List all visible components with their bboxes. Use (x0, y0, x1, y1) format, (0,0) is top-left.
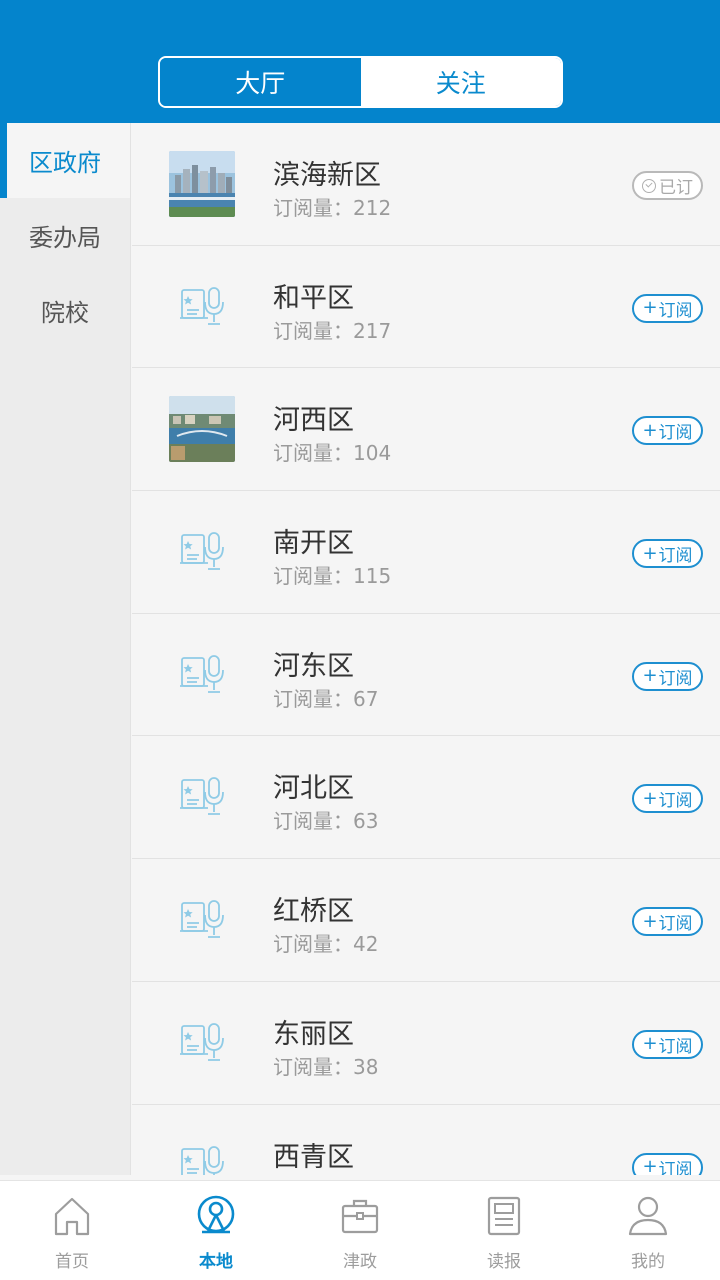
tab-label: 首页 (55, 1252, 89, 1272)
subscriber-count: 订阅量：67 (273, 686, 379, 711)
button-label: 已订 (659, 178, 693, 198)
subscribe-button[interactable]: + 订阅 (632, 293, 703, 323)
plus-icon: + (642, 542, 658, 564)
plus-icon: + (642, 910, 658, 932)
briefcase-icon (341, 1199, 379, 1234)
tab-label: 读报 (487, 1252, 521, 1272)
plus-icon: + (642, 1156, 658, 1176)
gov-mic-icon (180, 900, 224, 939)
newspaper-icon (487, 1196, 521, 1236)
subscribe-button[interactable]: + 订阅 (632, 907, 703, 937)
user-icon (628, 1196, 668, 1236)
gov-mic-icon (180, 1022, 224, 1061)
sidebar-item-bureaus[interactable]: 委办局 (0, 198, 130, 273)
subscribe-button[interactable]: + 订阅 (632, 1029, 703, 1059)
button-label: 订阅 (658, 1159, 693, 1176)
subscriber-count: 订阅量：104 (273, 441, 392, 466)
list-item[interactable]: 河西区 订阅量：104 + 订阅 (132, 368, 720, 492)
tab-local[interactable]: 本地 (144, 1181, 288, 1280)
button-label: 订阅 (658, 300, 693, 321)
account-name: 滨海新区 (273, 160, 381, 191)
bottom-tab-bar: 首页 本地 津政 读报 我的 (0, 1180, 720, 1280)
account-name: 河北区 (273, 773, 354, 805)
list-item[interactable]: 南开区 订阅量：115 + 订阅 (132, 491, 720, 614)
button-label: 订阅 (658, 914, 693, 935)
river-photo-thumbnail (169, 396, 235, 463)
plus-icon: + (642, 419, 658, 441)
subscriber-count: 订阅量：38 (273, 1054, 379, 1079)
account-name: 河西区 (273, 405, 354, 437)
subscribe-button[interactable]: + 订阅 (632, 539, 703, 569)
sidebar-item-colleges[interactable]: 院校 (0, 273, 130, 348)
list-item[interactable]: 河东区 订阅量：67 + 订阅 (132, 614, 720, 737)
button-label: 订阅 (658, 668, 693, 689)
subscribe-button[interactable]: + 订阅 (632, 784, 703, 814)
city-photo-thumbnail (169, 151, 235, 217)
list-item[interactable]: 红桥区 订阅量：42 + 订阅 (132, 859, 720, 982)
account-name: 和平区 (273, 282, 354, 314)
subscriber-count: 订阅量：42 (273, 932, 379, 957)
plus-icon: + (642, 1033, 658, 1055)
tab-label: 我的 (631, 1252, 665, 1272)
account-name: 红桥区 (273, 896, 354, 928)
top-header: 大厅 关注 (0, 0, 720, 123)
category-sidebar: 区政府 委办局 院校 (0, 123, 131, 1175)
tab-home[interactable]: 首页 (0, 1181, 144, 1280)
button-label: 订阅 (658, 791, 693, 812)
subscriber-count: 订阅量：63 (273, 809, 379, 834)
subscriber-count: 订阅量：217 (273, 318, 392, 343)
tab-jinzheng[interactable]: 津政 (288, 1181, 432, 1280)
list-item[interactable]: 滨海新区 订阅量：212 已订 (132, 123, 720, 246)
tab-label: 津政 (343, 1252, 377, 1272)
list-item[interactable]: 河北区 订阅量：63 + 订阅 (132, 736, 720, 860)
account-name: 东丽区 (273, 1018, 354, 1050)
account-name: 南开区 (273, 528, 354, 560)
tab-label: 本地 (199, 1252, 233, 1272)
tab-mine[interactable]: 我的 (576, 1181, 720, 1280)
gov-mic-icon (181, 1145, 224, 1175)
sidebar-item-district-gov[interactable]: 区政府 (0, 123, 130, 198)
account-name: 河东区 (273, 650, 354, 682)
list-item[interactable]: 东丽区 订阅量：38 + 订阅 (132, 982, 720, 1105)
gov-mic-icon (180, 654, 224, 693)
gov-mic-icon (180, 777, 224, 816)
plus-icon: + (642, 665, 658, 687)
segmented-control: 大厅 关注 (158, 56, 563, 108)
tab-hall[interactable]: 大厅 (160, 58, 361, 106)
gov-mic-icon (180, 532, 224, 570)
tab-newspaper[interactable]: 读报 (432, 1181, 576, 1280)
local-location-icon (197, 1195, 235, 1234)
button-label: 订阅 (658, 546, 693, 567)
subscribe-button[interactable]: + 订阅 (632, 661, 703, 691)
account-name: 西青区 (273, 1141, 354, 1173)
button-label: 订阅 (658, 1036, 693, 1057)
subscriber-count: 订阅量：212 (273, 196, 392, 220)
plus-icon: + (642, 297, 658, 319)
subscribed-button[interactable]: 已订 (632, 171, 703, 200)
subscribe-button[interactable]: + 订阅 (632, 416, 703, 446)
account-list: 滨海新区 订阅量：212 已订 和平区 订阅量：217 + 订阅 河西区 订阅量… (132, 123, 720, 1175)
button-label: 订阅 (658, 423, 693, 444)
tab-follow[interactable]: 关注 (360, 58, 561, 106)
check-circle-icon (642, 178, 656, 193)
subscriber-count: 订阅量：115 (273, 564, 392, 589)
list-item[interactable]: 西青区 + 订阅 (132, 1105, 720, 1176)
home-icon (54, 1197, 90, 1236)
plus-icon: + (642, 787, 658, 809)
subscribe-button[interactable]: + 订阅 (632, 1152, 703, 1176)
list-item[interactable]: 和平区 订阅量：217 + 订阅 (132, 246, 720, 369)
gov-mic-icon (180, 286, 224, 325)
